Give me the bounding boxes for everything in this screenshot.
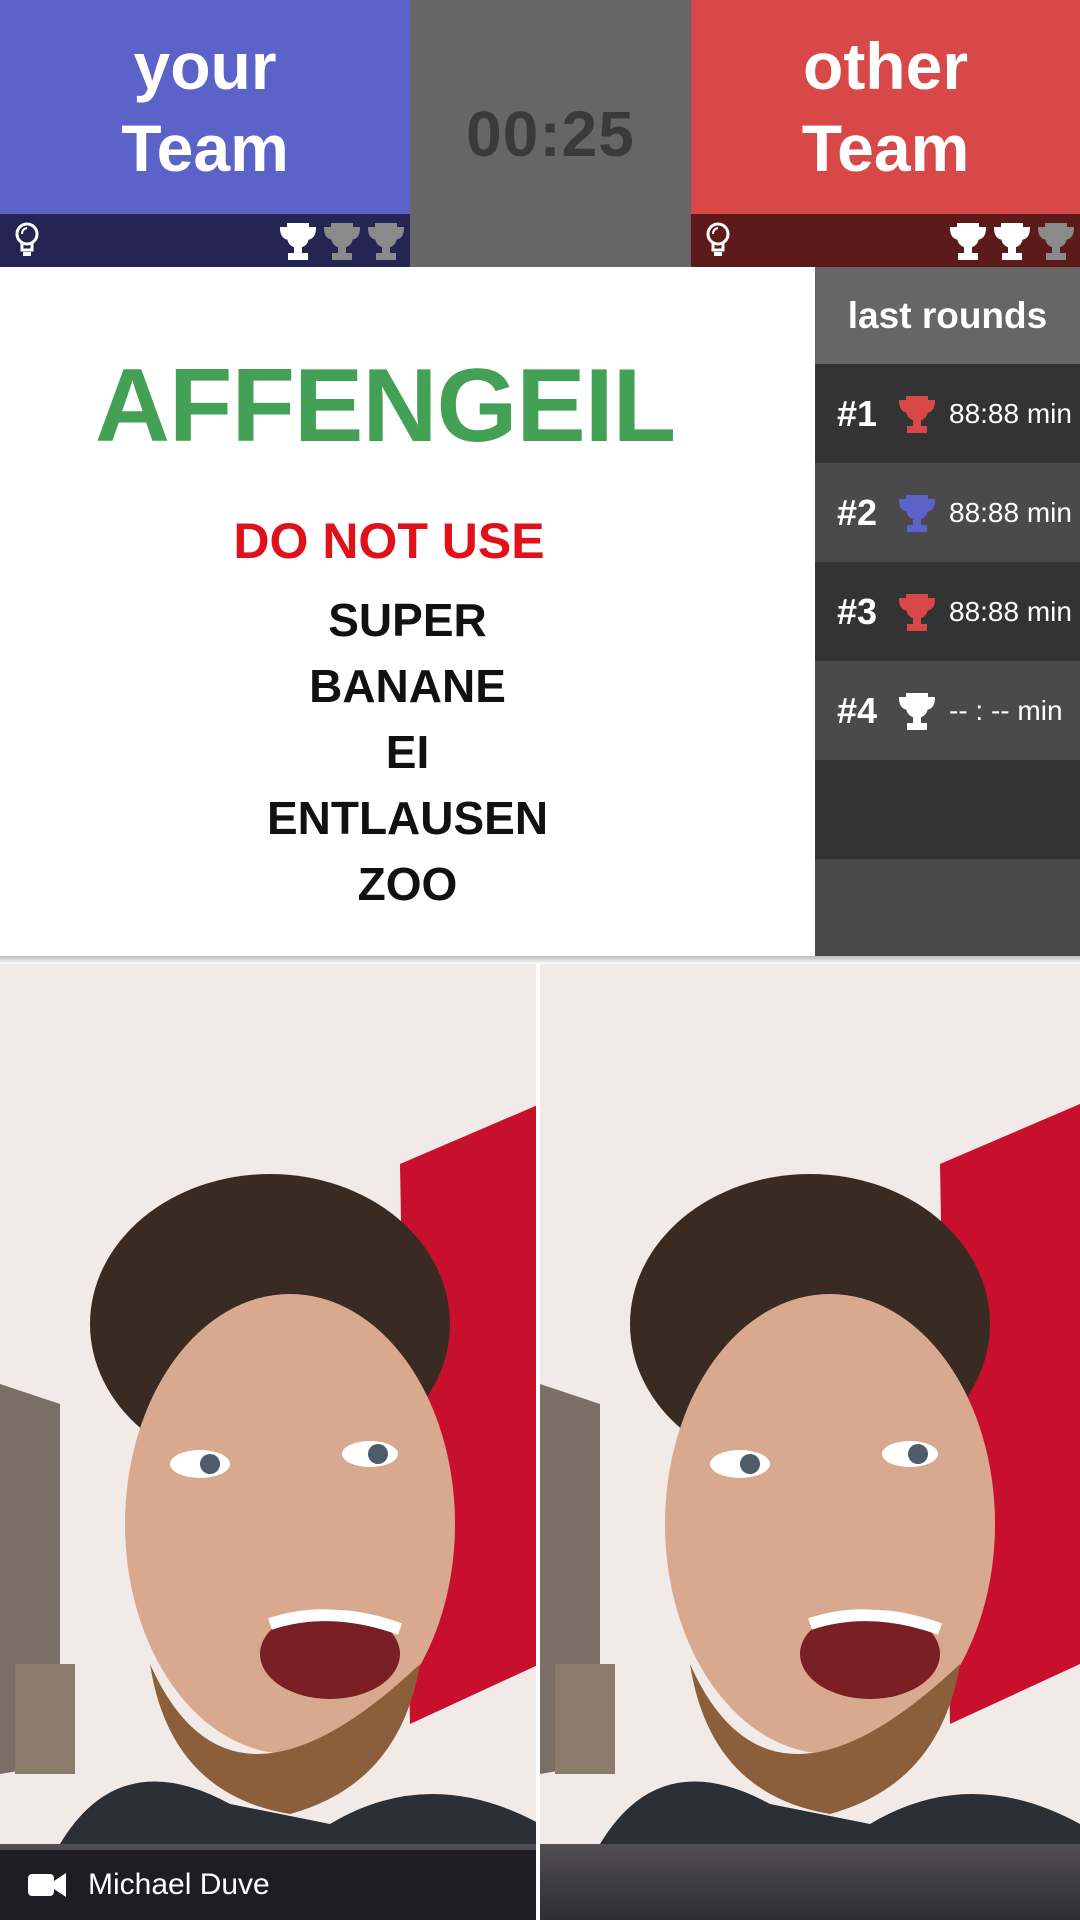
- round-row: #1 88:88 min: [815, 364, 1080, 463]
- trophy-icon: [323, 223, 361, 260]
- other-team-trophies: [948, 222, 1076, 260]
- forbidden-word: BANANE: [309, 660, 506, 712]
- local-video-feed[interactable]: Michael Duve: [0, 964, 536, 1920]
- other-team-status-bar: [691, 214, 1080, 267]
- other-team-name-line-2: Team: [801, 111, 970, 185]
- person-photo: [540, 964, 1080, 1844]
- timer-panel: 00:25: [410, 0, 691, 267]
- your-team-trophies: [278, 222, 406, 260]
- other-team-name-line-1: other: [803, 29, 968, 103]
- round-time: 88:88 min: [949, 595, 1072, 627]
- trophy-icon: [898, 494, 936, 532]
- last-rounds-title: last rounds: [815, 267, 1080, 364]
- lightbulb-icon[interactable]: [13, 222, 41, 260]
- trophy-icon: [1037, 223, 1075, 260]
- other-team-panel: other Team: [691, 0, 1080, 267]
- your-team-name-line-1: your: [133, 29, 277, 103]
- trophy-icon: [993, 223, 1031, 260]
- round-time: 88:88 min: [949, 496, 1072, 528]
- other-team-header: other Team: [691, 0, 1080, 214]
- other-team-name: other Team: [726, 25, 1046, 189]
- your-team-status-bar: [0, 214, 410, 267]
- round-time: -- : -- min: [949, 694, 1063, 726]
- forbidden-words-title: DO NOT USE: [233, 513, 545, 569]
- main-word: AFFENGEIL: [94, 348, 676, 464]
- round-row: #3 88:88 min: [815, 562, 1080, 661]
- trophy-icon: [898, 593, 936, 631]
- your-team-name-line-2: Team: [121, 111, 289, 185]
- round-number: #3: [837, 590, 878, 632]
- forbidden-word: EI: [385, 726, 430, 778]
- trophy-icon: [279, 223, 317, 260]
- word-card: AFFENGEIL DO NOT USE SUPER BANANE EI ENT…: [0, 267, 815, 960]
- forbidden-word: ZOO: [357, 858, 458, 910]
- round-row-empty: [815, 760, 1080, 859]
- lightbulb-icon[interactable]: [704, 222, 732, 260]
- video-camera-icon[interactable]: [26, 1869, 68, 1901]
- forbidden-word: ENTLAUSEN: [266, 792, 549, 844]
- round-number: #2: [837, 491, 878, 533]
- round-timer: 00:25: [466, 97, 635, 170]
- forbidden-words-list: SUPER BANANE EI ENTLAUSEN ZOO: [0, 587, 815, 917]
- person-photo: [0, 964, 536, 1844]
- trophy-icon: [367, 223, 405, 260]
- round-row: #2 88:88 min: [815, 463, 1080, 562]
- camera-user-name: Michael Duve: [88, 1868, 270, 1901]
- round-row: #4 -- : -- min: [815, 661, 1080, 760]
- last-rounds-panel: last rounds #1 88:88 min #2 88:88 min #3…: [815, 267, 1080, 960]
- trophy-icon: [898, 692, 936, 730]
- your-team-name: your Team: [45, 25, 365, 189]
- round-number: #4: [837, 689, 878, 731]
- trophy-icon: [898, 395, 936, 433]
- trophy-icon: [949, 223, 987, 260]
- forbidden-word: SUPER: [328, 594, 487, 646]
- remote-video-feed[interactable]: DU: [540, 964, 1080, 1920]
- round-time: 88:88 min: [949, 397, 1072, 429]
- local-video-bar: Michael Duve: [0, 1850, 536, 1920]
- your-team-panel: your Team: [0, 0, 410, 267]
- your-team-header: your Team: [0, 0, 410, 214]
- card-shadow: [0, 956, 1080, 964]
- round-row-empty: [815, 859, 1080, 958]
- round-number: #1: [837, 392, 878, 434]
